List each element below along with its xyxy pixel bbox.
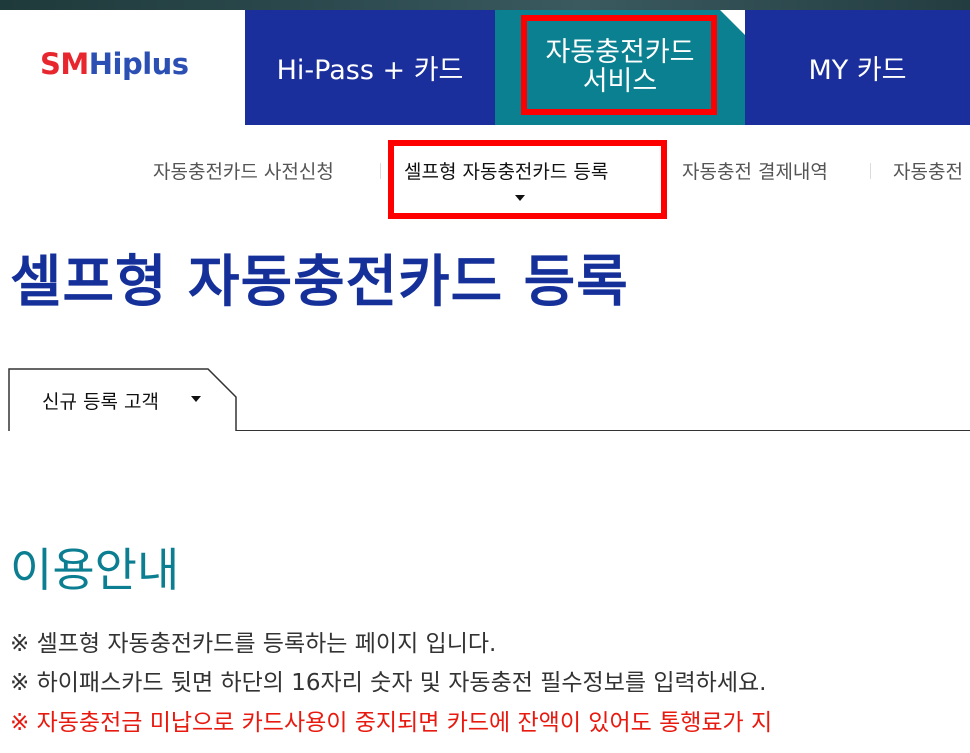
guide-line-warning: ※ 자동충전금 미납으로 카드사용이 중지되면 카드에 잔액이 있어도 통행료가… (10, 710, 773, 736)
tab-baseline (236, 430, 970, 431)
nav-my-card[interactable]: MY 카드 (745, 10, 970, 125)
guide-title: 이용안내 (10, 543, 180, 597)
subnav-divider (870, 163, 871, 179)
nav-hipass-card-label: Hi-Pass + 카드 (276, 55, 464, 86)
subnav-divider (661, 163, 662, 179)
nav-my-card-label: MY 카드 (808, 55, 907, 86)
nav-hipass-card[interactable]: Hi-Pass + 카드 (245, 10, 495, 125)
caret-down-icon (515, 195, 525, 201)
logo-text-hiplus: Hiplus (88, 47, 189, 81)
subnav-item-payment-history[interactable]: 자동충전 결제내역 (682, 157, 828, 184)
sub-nav: 자동충전카드 사전신청 셀프형 자동충전카드 등록 자동충전 결제내역 자동충전 (0, 125, 970, 225)
subnav-divider (380, 163, 381, 179)
nav-auto-charge-service[interactable]: 자동충전카드 서비스 (495, 10, 745, 125)
logo-text-sm: SM (40, 47, 89, 81)
subnav-item-self-register[interactable]: 셀프형 자동충전카드 등록 (404, 157, 608, 184)
tab-bar: 신규 등록 고객 (0, 368, 970, 432)
tab-new-customer-label: 신규 등록 고객 (42, 391, 159, 413)
nav-auto-charge-service-label: 자동충전카드 서비스 (545, 37, 695, 97)
tab-new-customer[interactable]: 신규 등록 고객 (8, 368, 237, 431)
page-title: 셀프형 자동충전카드 등록 (10, 250, 629, 315)
subnav-item-pre-apply[interactable]: 자동충전카드 사전신청 (153, 157, 334, 184)
smhiplus-logo[interactable]: SMHiplus (40, 47, 189, 81)
nav-auto-charge-line2: 서비스 (582, 65, 658, 97)
subnav-item-auto-charge-more[interactable]: 자동충전 (893, 157, 963, 184)
guide-line-1: ※ 셀프형 자동충전카드를 등록하는 페이지 입니다. (10, 631, 497, 657)
guide-line-2: ※ 하이패스카드 뒷면 하단의 16자리 숫자 및 자동충전 필수정보를 입력하… (10, 670, 767, 696)
logo-area[interactable]: SMHiplus (0, 10, 245, 125)
nav-auto-charge-line1: 자동충전카드 (545, 37, 695, 69)
caret-down-icon (191, 396, 201, 402)
global-nav: SMHiplus Hi-Pass + 카드 자동충전카드 서비스 MY 카드 (0, 10, 970, 125)
top-banner-strip (0, 0, 970, 10)
